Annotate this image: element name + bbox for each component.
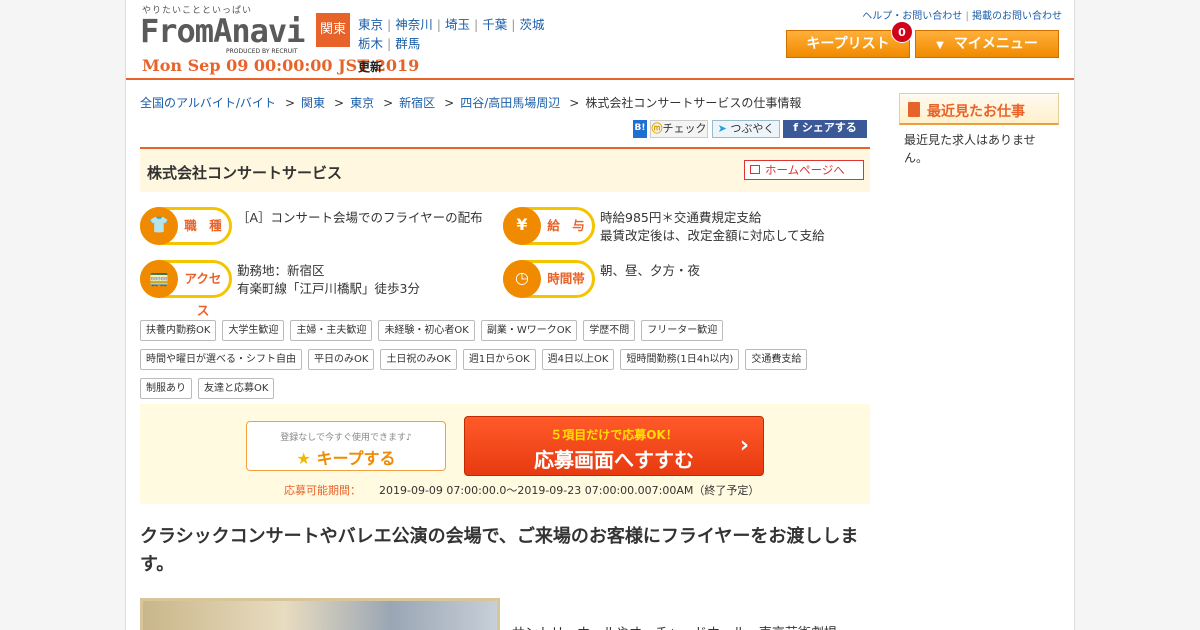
breadcrumb-link[interactable]: 東京 bbox=[350, 96, 374, 110]
access-line2: 有楽町線「江戸川橋駅」徒歩3分 bbox=[237, 281, 420, 296]
access-label: 🚃 アクセス bbox=[140, 260, 232, 318]
feature-tag: 友達と応募OK bbox=[198, 378, 275, 399]
facebook-label: シェアする bbox=[801, 121, 857, 134]
region-link-gunma[interactable]: 群馬 bbox=[395, 36, 420, 51]
breadcrumb: 全国のアルバイト/バイト > 関東 > 東京 > 新宿区 > 四谷/高田馬場周辺 > 株式会社コンサ… bbox=[140, 96, 802, 110]
mixi-check-button[interactable]: ⓜチェック bbox=[650, 120, 708, 138]
twitter-bird-icon: ➤ bbox=[717, 122, 727, 135]
mymenu-label: マイメニュー bbox=[953, 36, 1038, 52]
region-badge: 関東 bbox=[316, 13, 350, 47]
feature-tag: 交通費支給 bbox=[745, 349, 808, 370]
mixi-icon: ⓜ bbox=[651, 122, 663, 135]
period-value: 2019-09-09 07:00:00.0～2019-09-23 07:00:0… bbox=[379, 484, 760, 497]
job-type-label: 👕 職 種 bbox=[140, 207, 232, 245]
feature-tag: 大学生歓迎 bbox=[222, 320, 285, 341]
chevron-down-icon: ▼ bbox=[936, 40, 944, 51]
feature-tag: 平日のみOK bbox=[308, 349, 375, 370]
twitter-button[interactable]: ➤ つぶやく bbox=[712, 120, 780, 138]
job-photo bbox=[140, 598, 500, 630]
shirt-icon: 👕 bbox=[140, 207, 178, 245]
salary-line1: 時給985円＊交通費規定支給 bbox=[600, 210, 762, 225]
region-link-tochigi[interactable]: 栃木 bbox=[358, 36, 383, 51]
apply-button[interactable]: ５項目だけで応募OK！ 応募画面へすすむ › bbox=[464, 416, 764, 476]
hours-value: 朝、昼、夕方・夜 bbox=[600, 263, 701, 278]
feature-tag: 主婦・主夫歓迎 bbox=[290, 320, 373, 341]
document-icon bbox=[908, 102, 920, 117]
breadcrumb-current: 株式会社コンサートサービスの仕事情報 bbox=[585, 96, 802, 110]
catch-copy: クラシックコンサートやバレエ公演の会場で、ご来場のお客様にフライヤーをお渡ししま… bbox=[140, 526, 859, 575]
page: やりたいことといっぱい FromAnavi PRODUCED BY RECRUI… bbox=[125, 0, 1075, 630]
company-header: 株式会社コンサートサービス ホームページへ bbox=[140, 147, 870, 192]
salary-value: 時給985円＊交通費規定支給 最賃改定後は、改定金額に対応して支給 bbox=[600, 209, 825, 245]
feature-tag: フリーター歓迎 bbox=[641, 320, 724, 341]
breadcrumb-link[interactable]: 四谷/高田馬場周辺 bbox=[460, 96, 560, 110]
breadcrumb-link[interactable]: 新宿区 bbox=[399, 96, 435, 110]
site-logo[interactable]: FromAnavi bbox=[140, 12, 305, 50]
feature-tag: 週4日以上OK bbox=[541, 349, 615, 370]
feature-tag: 学歴不問 bbox=[583, 320, 636, 341]
breadcrumb-link[interactable]: 全国のアルバイト/バイト bbox=[140, 96, 276, 110]
job-description: サントリーホールやオーチャードホール、東京芸術劇場 bbox=[512, 622, 837, 630]
twitter-label: つぶやく bbox=[730, 122, 775, 135]
breadcrumb-link[interactable]: 関東 bbox=[301, 96, 325, 110]
apply-section: 登録なしで今すぐ使用できます♪ ★ キープする ５項目だけで応募OK！ 応募画面… bbox=[140, 404, 870, 504]
update-label: 更新 bbox=[358, 60, 383, 74]
feature-tag: 土日祝のみOK bbox=[380, 349, 457, 370]
region-links: 東京 | 神奈川 | 埼玉 | 千葉 | 茨城 栃木 | 群馬 bbox=[358, 17, 545, 51]
hours-label: ◷ 時間帯 bbox=[503, 260, 595, 298]
train-icon: 🚃 bbox=[140, 260, 178, 298]
feature-tag: 副業・WワークOK bbox=[480, 320, 578, 341]
star-icon: ★ bbox=[296, 449, 311, 468]
feature-tag: 時間や曜日が選べる・シフト自由 bbox=[140, 349, 302, 370]
feature-tag: 短時間勤務(1日4h以内) bbox=[620, 349, 740, 370]
help-link[interactable]: ヘルプ・お問い合わせ bbox=[862, 11, 962, 22]
feature-tag: 制服あり bbox=[140, 378, 192, 399]
region-link-kanagawa[interactable]: 神奈川 bbox=[395, 17, 433, 32]
keep-label: ★ キープする bbox=[296, 449, 396, 468]
feature-tag: 扶養内勤務OK bbox=[140, 320, 217, 341]
facebook-icon: f bbox=[793, 121, 802, 134]
salary-line2: 最賃改定後は、改定金額に対応して支給 bbox=[600, 228, 825, 243]
mixi-label: チェック bbox=[662, 122, 707, 135]
hatena-bookmark-button[interactable]: B! bbox=[633, 120, 647, 138]
apply-note: ５項目だけで応募OK！ bbox=[550, 428, 678, 442]
keeplist-count-badge: 0 bbox=[891, 21, 913, 43]
region-link-tokyo[interactable]: 東京 bbox=[358, 17, 383, 32]
facebook-share-button[interactable]: f シェアする bbox=[783, 120, 867, 138]
homepage-label: ホームページへ bbox=[765, 163, 845, 177]
region-link-ibaraki[interactable]: 茨城 bbox=[519, 17, 544, 32]
mymenu-button[interactable]: ▼ マイメニュー bbox=[915, 30, 1059, 58]
feature-tag: 週1日からOK bbox=[462, 349, 536, 370]
site-header: やりたいことといっぱい FromAnavi PRODUCED BY RECRUI… bbox=[126, 0, 1074, 80]
job-type-value: ［A］コンサート会場でのフライヤーの配布 bbox=[237, 210, 483, 225]
salary-label: ¥ 給 与 bbox=[503, 207, 595, 245]
external-link-icon bbox=[750, 165, 760, 174]
company-name: 株式会社コンサートサービス bbox=[147, 164, 343, 182]
access-line1: 勤務地：新宿区 bbox=[237, 263, 325, 278]
chevron-right-icon: › bbox=[739, 433, 749, 458]
recent-jobs-header: 最近見たお仕事 bbox=[899, 93, 1059, 125]
keep-note: 登録なしで今すぐ使用できます♪ bbox=[280, 433, 412, 443]
period-label: 応募可能期間： bbox=[284, 484, 361, 497]
feature-tags: 扶養内勤務OK 大学生歓迎 主婦・主夫歓迎 未経験・初心者OK 副業・WワークOK 学歴不… bbox=[140, 318, 850, 405]
post-inquiry-link[interactable]: 掲載のお問い合わせ bbox=[972, 11, 1062, 22]
yen-icon: ¥ bbox=[503, 207, 541, 245]
feature-tag: 未経験・初心者OK bbox=[378, 320, 475, 341]
recent-jobs-title: 最近見たお仕事 bbox=[927, 104, 1025, 120]
apply-label: 応募画面へすすむ bbox=[534, 448, 694, 472]
application-period: 応募可能期間： 2019-09-09 07:00:00.0～2019-09-23 … bbox=[284, 482, 759, 498]
region-link-chiba[interactable]: 千葉 bbox=[482, 17, 507, 32]
keep-button[interactable]: 登録なしで今すぐ使用できます♪ ★ キープする bbox=[246, 421, 446, 471]
access-value: 勤務地：新宿区 有楽町線「江戸川橋駅」徒歩3分 bbox=[237, 262, 420, 298]
clock-icon: ◷ bbox=[503, 260, 541, 298]
region-link-saitama[interactable]: 埼玉 bbox=[445, 17, 470, 32]
homepage-button[interactable]: ホームページへ bbox=[744, 160, 864, 180]
help-links: ヘルプ・お問い合わせ | 掲載のお問い合わせ bbox=[862, 11, 1062, 22]
logo-producer: PRODUCED BY RECRUIT bbox=[226, 48, 298, 55]
recent-jobs-empty: 最近見た求人はありません。 bbox=[904, 133, 1036, 165]
